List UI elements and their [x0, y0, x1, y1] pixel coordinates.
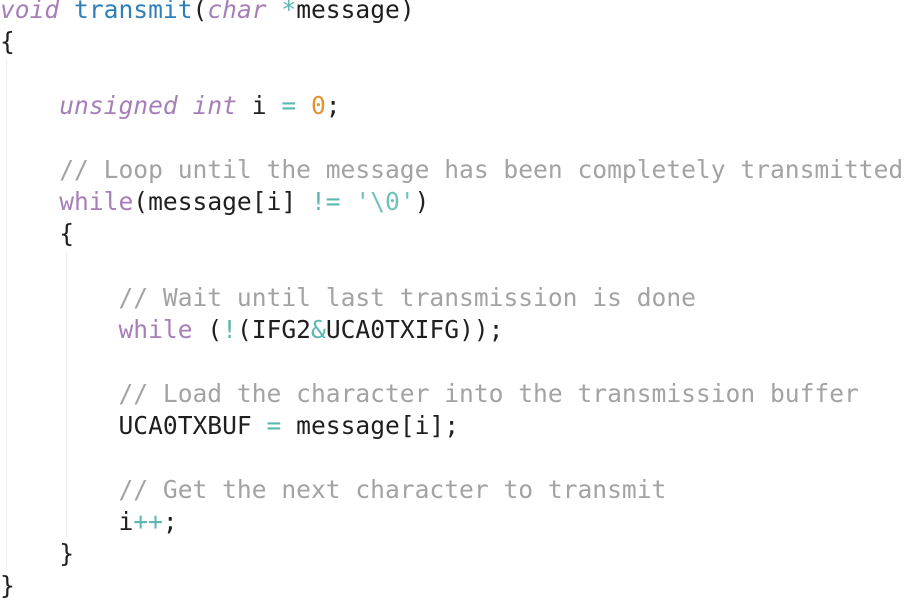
code-token: ;	[162, 507, 178, 536]
code-line[interactable]: }	[0, 570, 15, 602]
code-token: UCA0TXBUF	[118, 411, 267, 440]
code-token: // Wait until last transmission is done	[118, 283, 696, 312]
code-token: )	[414, 187, 430, 216]
code-token: UCA0TXIFG));	[325, 315, 504, 344]
code-token: message[i];	[281, 411, 460, 440]
code-token: ++	[133, 507, 163, 536]
code-token: }	[0, 571, 15, 600]
code-token: {	[59, 219, 75, 248]
code-token: }	[59, 539, 75, 568]
code-token: =	[266, 411, 282, 440]
code-token: (IFG2	[236, 315, 311, 344]
code-token: // Load the character into the transmiss…	[118, 379, 859, 408]
code-token: char	[207, 0, 267, 24]
code-token: while	[59, 187, 134, 216]
code-token: *	[281, 0, 297, 24]
code-line[interactable]: while (!(IFG2&UCA0TXIFG));	[0, 314, 504, 346]
code-token: while	[118, 315, 193, 344]
code-token: message)	[296, 0, 415, 24]
code-line[interactable]: void transmit(char *message)	[0, 0, 415, 26]
code-token: // Get the next character to transmit	[118, 475, 667, 504]
code-token: !=	[310, 187, 341, 216]
code-token: unsigned	[59, 91, 178, 120]
code-line[interactable]: // Wait until last transmission is done	[0, 282, 696, 314]
code-token: ;	[325, 91, 341, 120]
code-line[interactable]: {	[0, 218, 74, 250]
code-token: 0	[310, 91, 326, 120]
code-line[interactable]: while(message[i] != '\0')	[0, 186, 429, 218]
code-token: {	[0, 27, 15, 56]
code-token: (	[192, 315, 223, 344]
code-line[interactable]: unsigned int i = 0;	[0, 90, 341, 122]
code-line[interactable]: {	[0, 26, 15, 58]
code-token: &	[311, 315, 326, 344]
code-line[interactable]: UCA0TXBUF = message[i];	[0, 410, 459, 442]
code-token: i	[236, 91, 282, 120]
code-token: !	[222, 315, 237, 344]
code-line[interactable]: // Loop until the message has been compl…	[0, 154, 903, 186]
code-token: void	[0, 0, 60, 24]
code-editor[interactable]: void transmit(char *message){ unsigned i…	[0, 0, 916, 607]
code-token: int	[192, 91, 237, 120]
code-token: i	[118, 507, 134, 536]
code-token: (	[192, 0, 208, 24]
code-token: // Loop until the message has been compl…	[59, 155, 904, 184]
code-line[interactable]: // Load the character into the transmiss…	[0, 378, 859, 410]
code-line[interactable]: // Get the next character to transmit	[0, 474, 666, 506]
code-line[interactable]: }	[0, 538, 74, 570]
code-token: =	[281, 91, 297, 120]
code-token: '\0'	[355, 187, 415, 216]
code-token: transmit	[74, 0, 193, 24]
code-token: (message[i]	[133, 187, 311, 216]
code-line[interactable]: i++;	[0, 506, 178, 538]
